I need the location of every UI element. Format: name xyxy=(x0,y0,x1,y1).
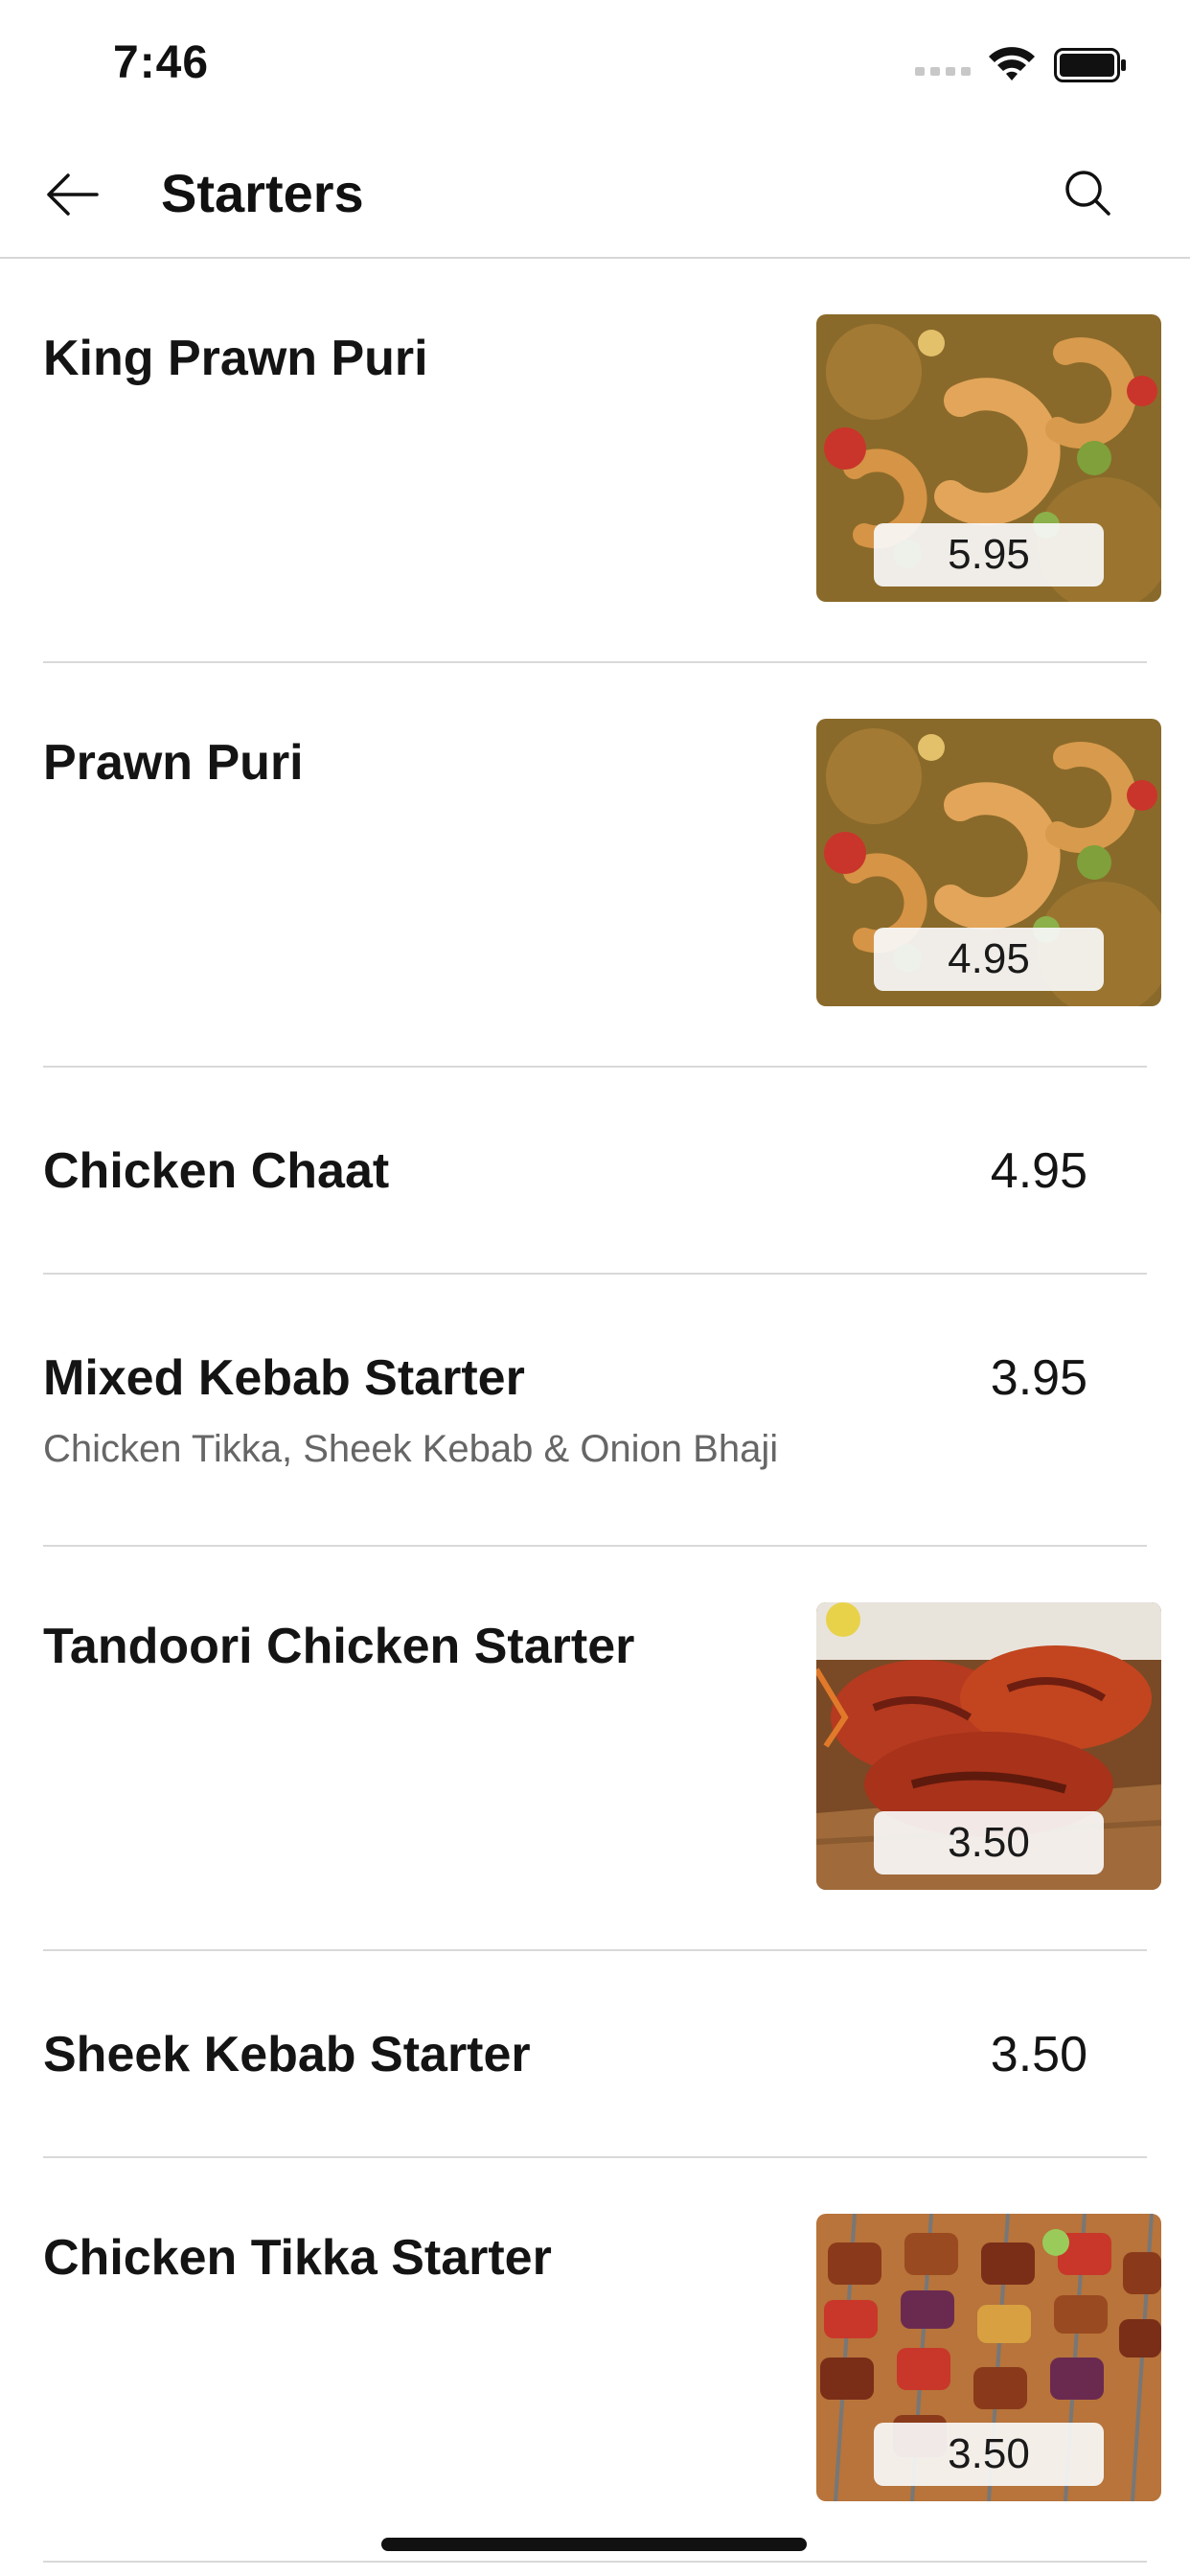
menu-item-name: Chicken Tikka Starter xyxy=(43,2230,552,2286)
price-badge: 4.95 xyxy=(874,928,1104,991)
home-indicator[interactable] xyxy=(381,2538,807,2551)
cellular-signal-icon xyxy=(915,67,971,76)
status-bar: 7:46 xyxy=(0,0,1190,134)
menu-item[interactable]: King Prawn Puri 5.95 xyxy=(43,259,1161,663)
menu-item-name: King Prawn Puri xyxy=(43,331,428,386)
back-button[interactable] xyxy=(38,163,105,230)
status-time: 7:46 xyxy=(113,37,210,88)
menu-item-name: Sheek Kebab Starter xyxy=(43,2027,531,2082)
battery-icon xyxy=(1054,48,1127,87)
menu-item[interactable]: Chicken Tikka Starter 3.50 xyxy=(43,2158,1161,2563)
menu-item[interactable]: Chicken Chaat 4.95 xyxy=(43,1068,1147,1275)
menu-item-description: Chicken Tikka, Sheek Kebab & Onion Bhaji xyxy=(43,1428,779,1470)
tandoori-chicken-photo: 3.50 xyxy=(816,1602,1161,1890)
menu-item[interactable]: Mixed Kebab Starter Chicken Tikka, Sheek… xyxy=(43,1275,1147,1547)
menu-item-name: Mixed Kebab Starter xyxy=(43,1350,525,1406)
prawn-curry-photo: 5.95 xyxy=(816,314,1161,602)
menu-list: King Prawn Puri 5.95 Prawn Puri 4.95 Chi… xyxy=(0,259,1190,2563)
price-badge: 3.50 xyxy=(874,1811,1104,1874)
prawn-curry-photo: 4.95 xyxy=(816,719,1161,1006)
menu-item-name: Prawn Puri xyxy=(43,735,304,791)
menu-item-price: 3.95 xyxy=(990,1350,1087,1406)
nav-bar: Starters xyxy=(0,134,1190,259)
price-badge: 5.95 xyxy=(874,523,1104,586)
page-title: Starters xyxy=(161,163,364,223)
menu-item-price: 4.95 xyxy=(990,1143,1087,1199)
menu-item-price: 3.50 xyxy=(990,2027,1087,2082)
arrow-left-icon xyxy=(45,172,99,220)
price-badge: 3.50 xyxy=(874,2423,1104,2486)
menu-item[interactable]: Prawn Puri 4.95 xyxy=(43,663,1161,1068)
search-button[interactable] xyxy=(1054,161,1121,228)
chicken-tikka-skewers-photo: 3.50 xyxy=(816,2214,1161,2501)
menu-item[interactable]: Sheek Kebab Starter 3.50 xyxy=(43,1951,1147,2158)
search-icon xyxy=(1064,169,1111,221)
menu-item[interactable]: Tandoori Chicken Starter 3.50 xyxy=(43,1547,1161,1951)
wifi-icon xyxy=(987,44,1037,87)
menu-item-name: Tandoori Chicken Starter xyxy=(43,1619,635,1674)
menu-item-name: Chicken Chaat xyxy=(43,1143,390,1199)
